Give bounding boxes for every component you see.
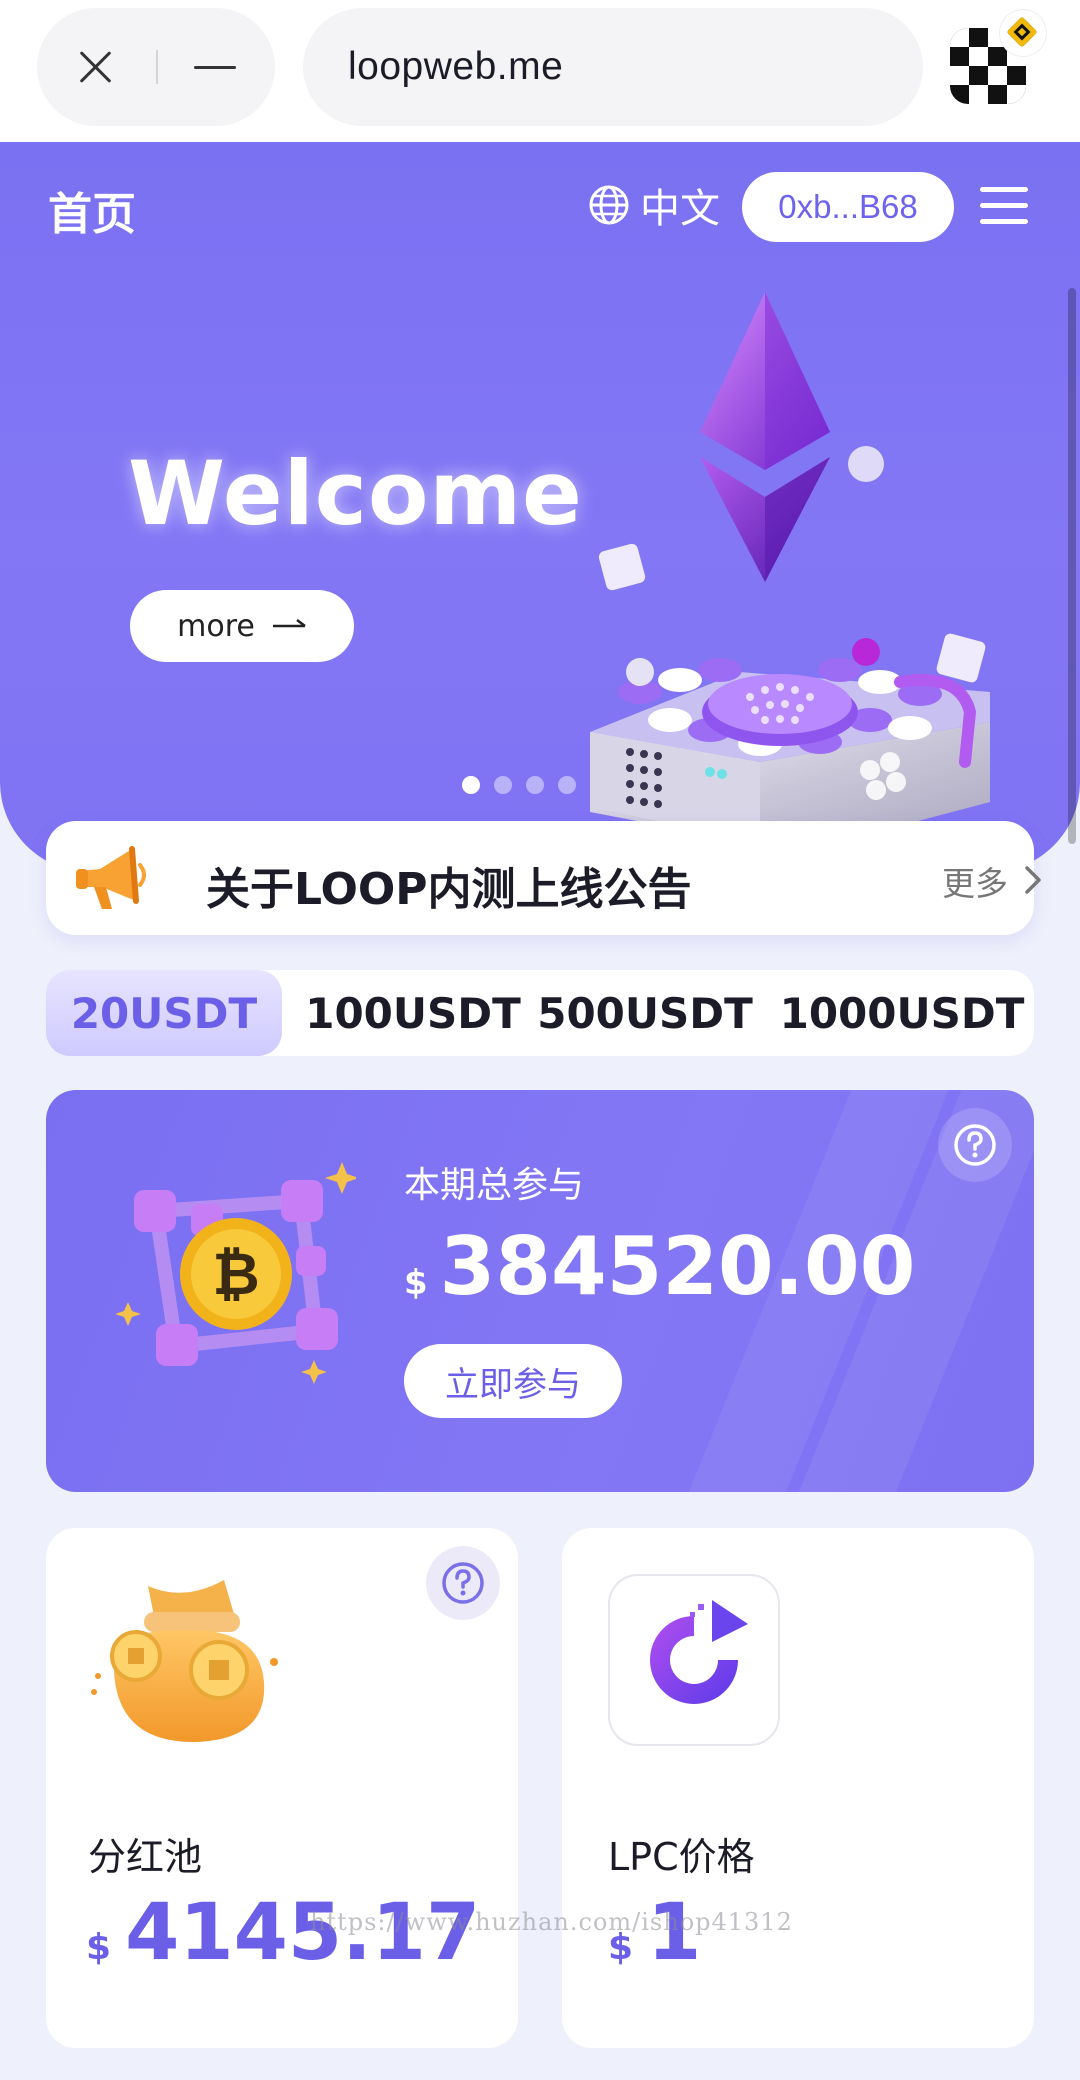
- banner-headline: Welcome: [128, 442, 583, 545]
- money-bag-illustration: [91, 1580, 278, 1742]
- hero-banner: 首页 中文 0xb...B68 Welcome more: [0, 142, 1080, 872]
- minimize-icon[interactable]: [194, 66, 236, 69]
- join-now-button[interactable]: 立即参与: [404, 1344, 622, 1418]
- watermark-text: https://www.huzhan.com/ishop41312: [310, 1908, 793, 1936]
- wallet-badge-icon: [1000, 10, 1046, 56]
- address-bar[interactable]: loopweb.me: [303, 8, 923, 126]
- loop-logo-icon: [650, 1600, 748, 1704]
- url-text: loopweb.me: [348, 45, 564, 88]
- menu-icon[interactable]: [980, 187, 1028, 225]
- arrow-right-icon: [272, 619, 306, 628]
- language-switcher[interactable]: 中文: [588, 180, 720, 232]
- help-icon[interactable]: [426, 1546, 500, 1620]
- chevron-right-icon[interactable]: [1024, 865, 1042, 895]
- svg-text:₿: ₿: [212, 1240, 259, 1308]
- banner-more-button[interactable]: more: [130, 590, 354, 662]
- help-icon[interactable]: [938, 1108, 1012, 1182]
- dividend-pool-card[interactable]: 分红池 $ 4145.17: [46, 1528, 518, 2048]
- participation-card: ₿ 本期总参与 $ 384520.00 立即参与: [46, 1090, 1034, 1492]
- page-title: 首页: [48, 189, 136, 240]
- wallet-address-button[interactable]: 0xb...B68: [742, 172, 954, 242]
- tab-1000usdt[interactable]: 1000USDT: [776, 970, 1028, 1056]
- ethereum-machine-illustration: [590, 292, 990, 852]
- megaphone-icon: [76, 846, 146, 909]
- participation-amount: $ 384520.00: [404, 1220, 915, 1313]
- banner-more-label: more: [177, 608, 255, 644]
- language-label: 中文: [640, 186, 720, 232]
- announcement-bar[interactable]: 关于LOOP内测上线公告 更多: [46, 821, 1041, 935]
- carousel-dot[interactable]: [462, 776, 480, 794]
- amount-tabs: 20USDT 100USDT 500USDT 1000USDT: [46, 970, 1034, 1056]
- divider: [156, 50, 158, 84]
- carousel-dots: [462, 776, 576, 794]
- dividend-pool-label: 分红池: [88, 1835, 203, 1879]
- participation-label: 本期总参与: [404, 1165, 585, 1206]
- tab-100usdt[interactable]: 100USDT: [305, 970, 521, 1056]
- currency-symbol: $: [86, 1927, 112, 1968]
- page-scrollbar[interactable]: [1068, 288, 1076, 844]
- carousel-dot[interactable]: [526, 776, 544, 794]
- browser-toolbar: loopweb.me: [0, 0, 1080, 142]
- carousel-dot[interactable]: [494, 776, 512, 794]
- close-icon[interactable]: [77, 48, 115, 86]
- globe-icon: [589, 185, 629, 225]
- announcement-more-link[interactable]: 更多: [942, 857, 1008, 905]
- lpc-logo: [608, 1574, 780, 1746]
- bitcoin-coin-illustration: ₿: [116, 1162, 356, 1384]
- announcement-text: 关于LOOP内测上线公告: [206, 864, 692, 915]
- tab-20usdt[interactable]: 20USDT: [46, 970, 282, 1056]
- lpc-price-label: LPC价格: [608, 1835, 755, 1879]
- participation-value: 384520.00: [439, 1220, 916, 1313]
- tab-500usdt[interactable]: 500USDT: [537, 970, 753, 1056]
- currency-symbol: $: [404, 1263, 428, 1303]
- window-controls: [37, 8, 275, 126]
- carousel-dot[interactable]: [558, 776, 576, 794]
